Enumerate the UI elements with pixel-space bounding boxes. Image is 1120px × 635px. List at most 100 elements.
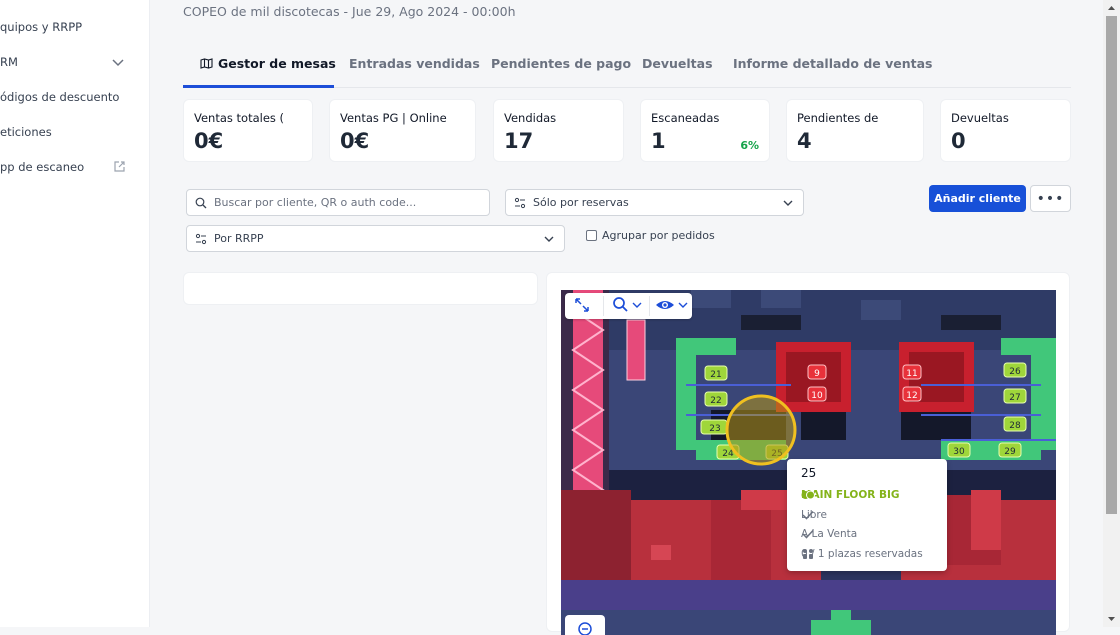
chevron-down-icon (112, 59, 124, 67)
sidebar-item-label: pp de escaneo (0, 160, 85, 174)
external-link-icon (114, 161, 125, 172)
tab-returned[interactable]: Devueltas (642, 48, 713, 88)
search-icon (613, 297, 642, 312)
stat-sold: Vendidas 17 (493, 99, 624, 162)
search-placeholder: Buscar por cliente, QR o auth code... (214, 196, 417, 209)
map-table-26[interactable]: 26 (1003, 362, 1027, 378)
stat-label: Vendidas (504, 111, 557, 125)
scrollbar-thumb[interactable] (1106, 16, 1117, 514)
zoom-out-icon (578, 622, 592, 635)
stat-label: Ventas PG | Online (340, 111, 447, 125)
svg-text:12: 12 (906, 391, 917, 401)
group-by-orders-checkbox[interactable]: Agrupar por pedidos (586, 229, 715, 242)
search-input[interactable]: Buscar por cliente, QR o auth code... (186, 189, 490, 216)
stat-value: 0€ (194, 129, 224, 153)
map-table-28[interactable]: 28 (1003, 416, 1027, 432)
tab-label: Pendientes de pago (491, 56, 632, 71)
stat-pending-payment: Pendientes de pa 4 (786, 99, 924, 162)
table-tooltip: 25 MAIN FLOOR BIG Libre A La Venta 0 / 1… (787, 459, 947, 571)
stat-label: Devueltas (951, 111, 1009, 125)
client-list-panel (183, 272, 538, 305)
tab-label: Entradas vendidas (349, 56, 480, 71)
stat-returned: Devueltas 0 (940, 99, 1071, 162)
zoom-out-button[interactable] (565, 615, 605, 635)
stat-value: 17 (504, 129, 534, 153)
sidebar-item-crm[interactable]: RM (0, 52, 130, 72)
stat-total-sales: Ventas totales ( 0€ (183, 99, 313, 162)
map-table-30[interactable]: 30 (947, 442, 971, 458)
svg-text:10: 10 (811, 391, 823, 401)
map-table-27[interactable]: 27 (1003, 388, 1027, 404)
map-table-29[interactable]: 29 (998, 442, 1022, 458)
checkbox-box[interactable] (586, 230, 597, 241)
tab-label: Informe detallado de ventas (733, 56, 933, 71)
svg-text:28: 28 (1009, 421, 1021, 431)
stat-label: Pendientes de pa (797, 111, 883, 125)
sidebar-item-discount-codes[interactable]: ódigos de descuento (0, 87, 119, 107)
svg-text:26: 26 (1009, 367, 1021, 377)
svg-text:30: 30 (953, 447, 965, 457)
svg-text:11: 11 (906, 369, 917, 379)
map-table-9[interactable]: 9 (807, 364, 827, 380)
map-table-12[interactable]: 12 (902, 386, 922, 402)
svg-text:27: 27 (1009, 393, 1020, 403)
zone-icon (801, 490, 815, 500)
sidebar-item-label: RM (0, 55, 18, 69)
more-options-button[interactable]: ••• (1030, 185, 1071, 212)
tab-pending-payment[interactable]: Pendientes de pago (491, 48, 631, 88)
scroll-up-icon[interactable] (1107, 4, 1116, 13)
scroll-down-icon[interactable] (1107, 614, 1116, 623)
tooltip-seats: 0 / 1 plazas reservadas (801, 548, 923, 560)
stat-pg-online-sales: Ventas PG | Online 0€ (329, 99, 476, 162)
tab-table-manager[interactable]: Gestor de mesas (183, 48, 336, 88)
tab-bar: Gestor de mesas Entradas vendidas Pendie… (183, 48, 1071, 88)
stat-scanned: Escaneadas 1 6% (640, 99, 770, 162)
people-icon (803, 549, 813, 559)
sidebar-item-requests[interactable]: eticiones (0, 122, 52, 142)
map-table-22[interactable]: 22 (704, 391, 728, 407)
stat-percent: 6% (740, 139, 759, 152)
stat-value: 4 (797, 129, 812, 153)
map-toolbar (565, 293, 692, 319)
rrpp-filter-value: Por RRPP (214, 232, 264, 245)
sidebar-item-scan-app[interactable]: pp de escaneo (0, 157, 130, 177)
map-table-11[interactable]: 11 (902, 364, 922, 380)
stat-label: Ventas totales ( (194, 111, 285, 125)
svg-text:9: 9 (814, 369, 820, 379)
stat-value: 0 (951, 129, 966, 153)
floor-map[interactable]: 21 22 23 24 25 (561, 290, 1056, 635)
chevron-down-icon (544, 236, 554, 242)
page-scrollbar[interactable] (1103, 0, 1120, 627)
tab-tickets-sold[interactable]: Entradas vendidas (349, 48, 480, 88)
tooltip-zone-label: MAIN FLOOR BIG (801, 489, 900, 501)
tooltip-zone: MAIN FLOOR BIG (801, 489, 900, 501)
table-map-panel: 21 22 23 24 25 (546, 272, 1070, 635)
toolbar-divider (603, 296, 604, 316)
rrpp-filter-select[interactable]: Por RRPP (186, 225, 565, 252)
reservation-filter-select[interactable]: Sólo por reservas (505, 189, 804, 216)
map-table-10[interactable]: 10 (807, 386, 827, 402)
map-table-23[interactable]: 23 (700, 419, 728, 435)
stat-value: 1 (651, 129, 666, 153)
chevron-down-icon (783, 200, 793, 206)
add-client-button[interactable]: Añadir cliente (929, 185, 1026, 212)
tab-sales-report[interactable]: Informe detallado de ventas (733, 48, 932, 88)
eye-icon (656, 301, 688, 309)
tab-label: Devueltas (642, 56, 713, 71)
map-icon (200, 58, 213, 69)
sidebar: quipos y RRPP RM ódigos de descuento eti… (0, 0, 150, 627)
sidebar-item-teams[interactable]: quipos y RRPP (0, 17, 82, 37)
map-table-21[interactable]: 21 (704, 365, 728, 381)
selected-table-highlight (725, 394, 797, 466)
search-icon (195, 197, 207, 208)
sidebar-item-label: quipos y RRPP (0, 20, 83, 34)
stat-value: 0€ (340, 129, 370, 153)
sidebar-item-label: ódigos de descuento (0, 90, 120, 104)
filter-icon (195, 233, 207, 244)
stat-label: Escaneadas (651, 111, 720, 125)
svg-text:22: 22 (710, 396, 721, 406)
tooltip-sale: A La Venta (801, 528, 857, 540)
svg-text:21: 21 (710, 370, 721, 380)
checkbox-label: Agrupar por pedidos (602, 229, 715, 242)
tooltip-seats-label: 0 / 1 plazas reservadas (801, 548, 923, 560)
